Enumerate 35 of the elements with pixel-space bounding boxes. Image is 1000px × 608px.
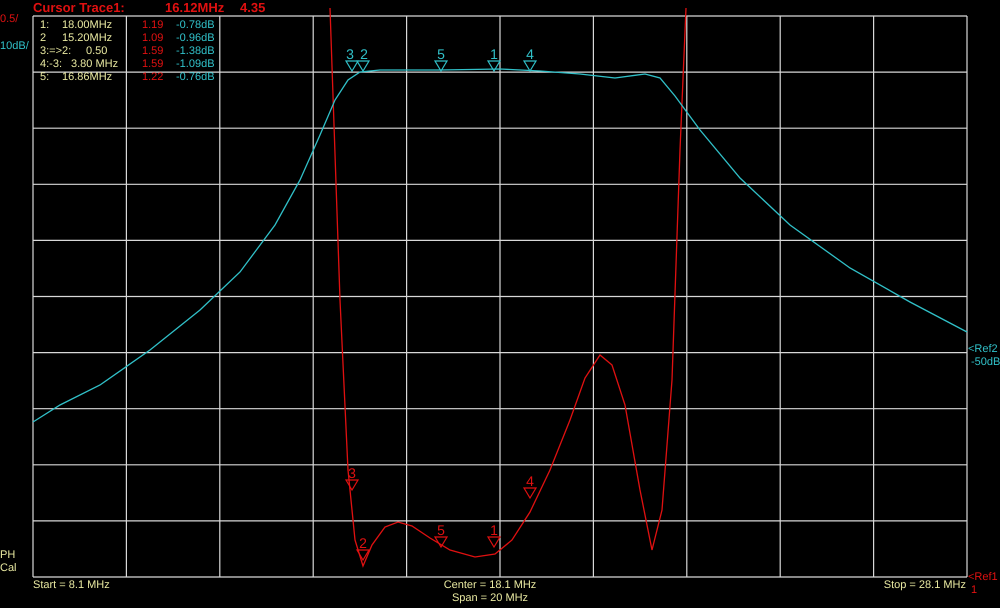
- marker-number: 5:: [40, 71, 50, 83]
- reference-label: <Ref2: [968, 343, 998, 355]
- stop-frequency: Stop = 28.1 MHz: [884, 579, 966, 591]
- cursor-label: Cursor Trace1:: [33, 0, 125, 15]
- cursor-frequency: 16.12MHz: [165, 0, 224, 15]
- reference-value: 1: [971, 584, 978, 596]
- status-label: PH: [0, 549, 16, 561]
- marker-value: 1.59: [142, 45, 164, 57]
- marker-frequency: 15.20MHz: [62, 32, 112, 44]
- marker-value: -0.78dB: [176, 19, 215, 31]
- marker-number: 3:=>2:: [40, 45, 72, 57]
- marker-value: -0.76dB: [176, 71, 215, 83]
- marker-value: 1.59: [142, 58, 164, 70]
- reference-label: <Ref1: [968, 571, 998, 583]
- marker-frequency: 18.00MHz: [62, 19, 112, 31]
- marker-value: -0.96dB: [176, 32, 215, 44]
- marker-frequency: 3.80 MHz: [71, 58, 118, 70]
- marker-frequency: 0.50: [86, 45, 108, 57]
- cursor-value: 4.35: [240, 0, 266, 15]
- marker-value: 1.19: [142, 19, 164, 31]
- marker-number: 2: [40, 32, 46, 44]
- start-frequency: Start = 8.1 MHz: [33, 579, 110, 591]
- status-label: Cal: [0, 562, 17, 574]
- center-frequency: Center = 18.1 MHz: [444, 579, 536, 591]
- marker-value: 1.09: [142, 32, 164, 44]
- marker-number: 1:: [40, 19, 50, 31]
- span-frequency: Span = 20 MHz: [452, 592, 528, 604]
- marker-value: -1.38dB: [176, 45, 215, 57]
- marker-number: 4:-3:: [40, 58, 62, 70]
- scale-label: 0.5/: [0, 13, 18, 25]
- marker-frequency: 16.86MHz: [62, 71, 112, 83]
- reference-value: -50dB: [971, 356, 1000, 368]
- scale-label: 10dB/: [0, 40, 29, 52]
- marker-value: -1.09dB: [176, 58, 215, 70]
- marker-value: 1.22: [142, 71, 164, 83]
